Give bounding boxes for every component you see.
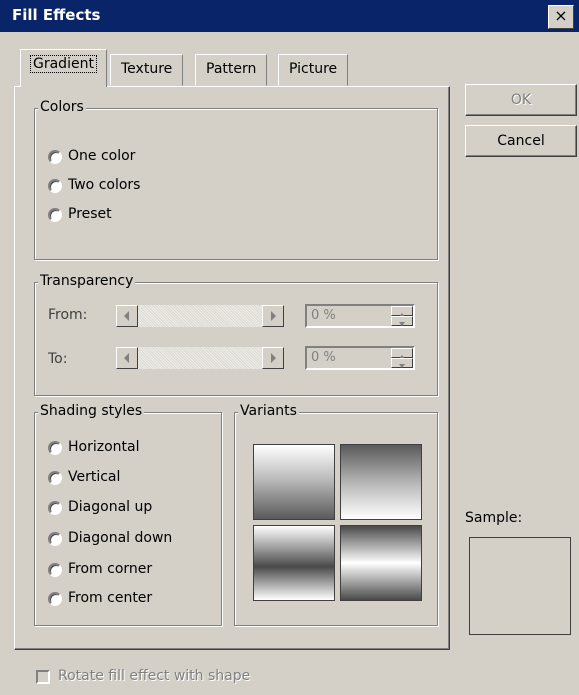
diagonal-up-label[interactable]: Diagonal up	[68, 499, 152, 515]
from-spin-up-button[interactable]	[391, 306, 413, 317]
from-slider-track[interactable]	[138, 305, 262, 327]
variant-swatch-2[interactable]	[340, 444, 422, 520]
preset-label[interactable]: Preset	[68, 206, 112, 222]
right-arrow-icon	[271, 311, 276, 321]
one-color-radio[interactable]	[48, 150, 62, 164]
variant-swatch-3[interactable]	[253, 525, 335, 601]
two-colors-radio[interactable]	[48, 179, 62, 193]
from-scroll-left-button[interactable]	[116, 305, 138, 327]
transparency-legend: Transparency	[38, 273, 136, 289]
tab-texture-label: Texture	[121, 61, 173, 77]
tab-gradient[interactable]: Gradient	[20, 49, 107, 87]
rotate-fill-label[interactable]: Rotate fill effect with shape	[58, 668, 250, 684]
left-arrow-icon	[124, 311, 129, 321]
close-icon: ×	[554, 6, 568, 25]
right-arrow-icon	[271, 353, 276, 363]
diagonal-up-radio[interactable]	[48, 501, 62, 515]
one-color-label[interactable]: One color	[68, 148, 135, 164]
to-value: 0 %	[311, 350, 336, 365]
from-spin-down-button[interactable]	[391, 316, 413, 326]
cancel-button-label: Cancel	[497, 133, 545, 149]
variants-legend: Variants	[238, 403, 299, 419]
to-spin-up-button[interactable]	[391, 348, 413, 359]
tab-gradient-label: Gradient	[30, 55, 97, 73]
colors-legend: Colors	[38, 99, 86, 115]
preset-radio[interactable]	[48, 208, 62, 222]
from-corner-radio[interactable]	[48, 563, 62, 577]
diagonal-down-label[interactable]: Diagonal down	[68, 530, 172, 546]
vertical-radio[interactable]	[48, 471, 62, 485]
from-label: From:	[48, 307, 88, 323]
close-button[interactable]: ×	[548, 5, 574, 29]
sample-preview	[469, 537, 571, 635]
down-arrow-icon	[399, 364, 405, 368]
sample-label: Sample:	[465, 510, 523, 526]
variant-swatch-4[interactable]	[340, 525, 422, 601]
two-colors-label[interactable]: Two colors	[68, 177, 140, 193]
ok-button-label: OK	[510, 92, 532, 108]
left-arrow-icon	[124, 353, 129, 363]
from-center-radio[interactable]	[48, 592, 62, 606]
horizontal-label[interactable]: Horizontal	[68, 439, 139, 455]
from-corner-label[interactable]: From corner	[68, 561, 152, 577]
to-spin-down-button[interactable]	[391, 358, 413, 368]
down-arrow-icon	[399, 322, 405, 326]
cancel-button[interactable]: Cancel	[465, 125, 577, 157]
from-scroll-right-button[interactable]	[262, 305, 284, 327]
to-scroll-left-button[interactable]	[116, 347, 138, 369]
variant-swatch-1[interactable]	[253, 444, 335, 520]
horizontal-radio[interactable]	[48, 441, 62, 455]
from-center-label[interactable]: From center	[68, 590, 152, 606]
diagonal-down-radio[interactable]	[48, 532, 62, 546]
shading-styles-legend: Shading styles	[38, 403, 145, 419]
to-slider-track[interactable]	[138, 347, 262, 369]
rotate-fill-checkbox[interactable]	[36, 670, 50, 684]
tab-texture[interactable]: Texture	[110, 54, 184, 86]
ok-button[interactable]: OK	[465, 84, 577, 116]
window-title: Fill Effects	[12, 6, 101, 24]
to-spin-field[interactable]: 0 %	[305, 346, 415, 370]
tab-picture[interactable]: Picture	[278, 54, 349, 86]
to-label: To:	[48, 351, 68, 367]
to-scroll-right-button[interactable]	[262, 347, 284, 369]
vertical-label[interactable]: Vertical	[68, 469, 120, 485]
tab-picture-label: Picture	[289, 61, 338, 77]
transparency-group	[34, 282, 438, 396]
from-spin-field[interactable]: 0 %	[305, 304, 415, 328]
from-value: 0 %	[311, 308, 336, 323]
tab-pattern-label: Pattern	[206, 61, 257, 77]
tab-pattern[interactable]: Pattern	[195, 54, 268, 86]
